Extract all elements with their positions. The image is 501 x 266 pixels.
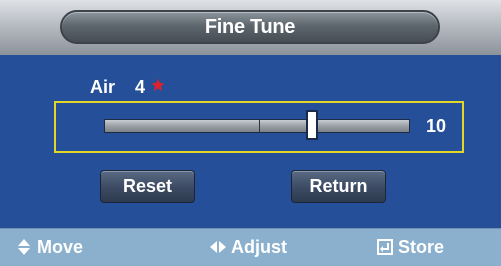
- reset-button[interactable]: Reset: [100, 170, 195, 203]
- hint-adjust: Adjust: [210, 236, 287, 258]
- up-down-arrows-icon: [18, 239, 30, 255]
- fine-tune-window: Fine Tune Air 4 10 Reset Return Move Adj…: [0, 0, 501, 266]
- slider-handle[interactable]: [306, 110, 318, 140]
- hint-move-label: Move: [37, 237, 84, 257]
- hint-store-label: Store: [398, 237, 445, 257]
- slider-track[interactable]: [104, 119, 410, 133]
- hint-adjust-label: Adjust: [231, 237, 287, 257]
- slider-value: 10: [426, 116, 447, 136]
- window-title: Fine Tune: [204, 16, 296, 38]
- setting-value: 4: [135, 77, 146, 97]
- star-icon: [151, 78, 165, 91]
- slider-center-tick: [259, 120, 260, 132]
- left-right-arrows-icon: [210, 241, 226, 253]
- setting-label: Air: [90, 77, 116, 97]
- return-button[interactable]: Return: [291, 170, 386, 203]
- hint-store: Store: [377, 236, 444, 258]
- hint-move: Move: [16, 236, 83, 258]
- enter-icon: [377, 239, 393, 255]
